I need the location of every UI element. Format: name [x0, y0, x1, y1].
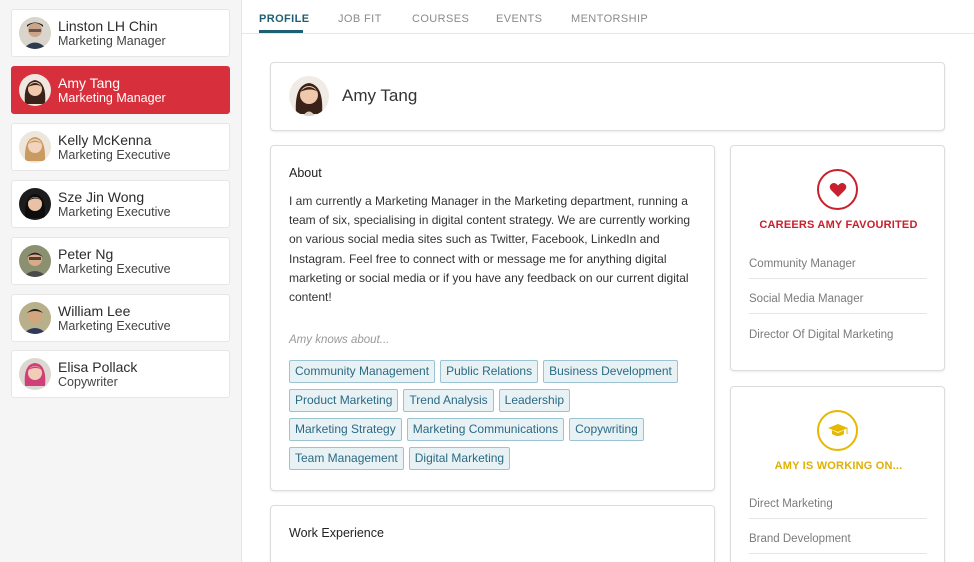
avatar	[19, 358, 51, 390]
skill-tags: Community Management Public Relations Busi…	[289, 360, 709, 476]
person-name: Sze Jin Wong	[58, 189, 145, 205]
person-card-linston[interactable]: Linston LH Chin Marketing Manager	[11, 9, 230, 57]
about-card: About I am currently a Marketing Manager…	[270, 145, 715, 491]
avatar	[19, 245, 51, 277]
person-role: Marketing Manager	[58, 34, 166, 48]
profile-header-card: Amy Tang	[270, 62, 945, 131]
skill-tag[interactable]: Product Marketing	[289, 389, 399, 412]
person-card-sze-jin[interactable]: Sze Jin Wong Marketing Executive	[11, 180, 230, 228]
person-name: Amy Tang	[58, 75, 120, 91]
careers-favourited-title: CAREERS AMY FAVOURITED	[759, 219, 918, 231]
graduation-cap-icon	[817, 410, 858, 451]
person-name: Kelly McKenna	[58, 132, 152, 148]
person-role: Copywriter	[58, 375, 118, 389]
person-name: Peter Ng	[58, 246, 114, 262]
person-card-kelly[interactable]: Kelly McKenna Marketing Executive	[11, 123, 230, 171]
active-tab-indicator	[259, 30, 303, 33]
careers-favourited-card: CAREERS AMY FAVOURITED Community Manager…	[730, 145, 945, 371]
skill-tag[interactable]: Marketing Strategy	[289, 418, 402, 441]
person-role: Marketing Executive	[58, 205, 171, 219]
about-text: I am currently a Marketing Manager in th…	[289, 194, 691, 305]
person-role: Marketing Manager	[58, 91, 166, 105]
person-card-elisa[interactable]: Elisa Pollack Copywriter	[11, 350, 230, 398]
person-name: William Lee	[58, 303, 131, 319]
working-on-card: AMY IS WORKING ON... Direct Marketing Br…	[730, 386, 945, 562]
tab-profile[interactable]: PROFILE	[259, 13, 309, 25]
skill-tag[interactable]: Marketing Communications	[406, 418, 565, 441]
skill-tag[interactable]: Public Relations	[440, 360, 539, 383]
about-heading: About	[289, 166, 322, 180]
working-on-item[interactable]: Brand Development	[749, 533, 927, 554]
tab-courses[interactable]: COURSES	[412, 13, 469, 25]
person-role: Marketing Executive	[58, 148, 171, 162]
person-card-william[interactable]: William Lee Marketing Executive	[11, 294, 230, 342]
heart-icon	[817, 169, 858, 210]
work-experience-card: Work Experience	[270, 505, 715, 562]
person-role: Marketing Executive	[58, 262, 171, 276]
knows-about-label: Amy knows about...	[289, 334, 390, 346]
favourited-career-item[interactable]: Director Of Digital Marketing	[749, 329, 927, 349]
skill-tag[interactable]: Digital Marketing	[408, 447, 511, 470]
person-name: Linston LH Chin	[58, 18, 158, 34]
working-on-title: AMY IS WORKING ON...	[774, 460, 903, 472]
tab-job-fit[interactable]: JOB FIT	[338, 13, 382, 25]
working-on-item[interactable]: Direct Marketing	[749, 498, 927, 519]
profile-tabs: PROFILE JOB FIT COURSES EVENTS MENTORSHI…	[242, 0, 974, 34]
person-card-amy[interactable]: Amy Tang Marketing Manager	[11, 66, 230, 114]
profile-name: Amy Tang	[342, 86, 418, 105]
skill-tag[interactable]: Trend Analysis	[403, 389, 494, 412]
person-name: Elisa Pollack	[58, 359, 138, 375]
profile-avatar	[289, 76, 329, 116]
avatar	[19, 188, 51, 220]
avatar	[19, 74, 51, 106]
skill-tag[interactable]: Team Management	[289, 447, 404, 470]
person-card-peter[interactable]: Peter Ng Marketing Executive	[11, 237, 230, 285]
avatar	[19, 131, 51, 163]
people-sidebar: Linston LH Chin Marketing Manager Amy Ta…	[0, 0, 242, 562]
work-experience-heading: Work Experience	[289, 526, 384, 540]
skill-tag[interactable]: Leadership	[498, 389, 571, 412]
skill-tag[interactable]: Copywriting	[569, 418, 644, 441]
skill-tag[interactable]: Community Management	[289, 360, 436, 383]
favourited-career-item[interactable]: Social Media Manager	[749, 293, 927, 314]
skill-tag[interactable]: Business Development	[543, 360, 678, 383]
tab-events[interactable]: EVENTS	[496, 13, 542, 25]
avatar	[19, 302, 51, 334]
tab-mentorship[interactable]: MENTORSHIP	[571, 13, 648, 25]
favourited-career-item[interactable]: Community Manager	[749, 258, 927, 279]
avatar	[19, 17, 51, 49]
person-role: Marketing Executive	[58, 319, 171, 333]
